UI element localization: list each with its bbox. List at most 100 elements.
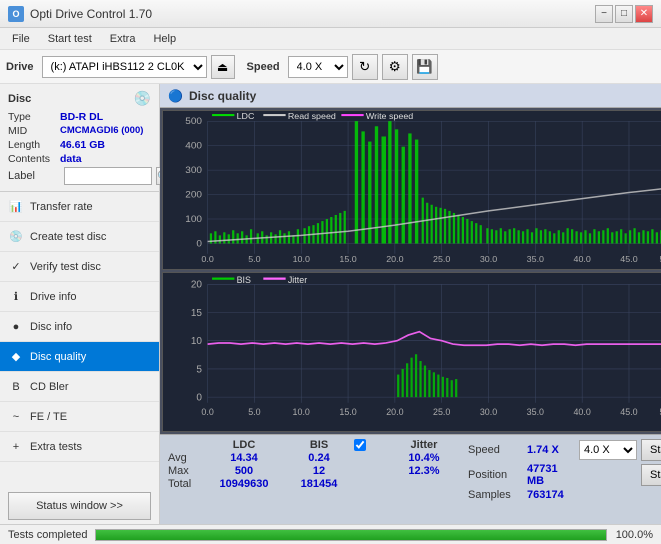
svg-text:500: 500 <box>185 117 202 127</box>
drive-select[interactable]: (k:) ATAPI iHBS112 2 CL0K <box>42 56 207 78</box>
title-bar: O Opti Drive Control 1.70 − □ ✕ <box>0 0 661 28</box>
create-test-disc-icon: 💿 <box>8 229 24 245</box>
start-part-button[interactable]: Start part <box>641 464 661 486</box>
menu-bar: File Start test Extra Help <box>0 28 661 50</box>
svg-text:10: 10 <box>191 336 203 347</box>
type-label: Type <box>8 111 60 123</box>
svg-text:35.0: 35.0 <box>527 407 544 417</box>
nav-disc-quality-label: Disc quality <box>30 351 86 363</box>
nav-fe-te-label: FE / TE <box>30 411 67 423</box>
disc-section: Disc 💿 Type BD-R DL MID CMCMAGDI6 (000) … <box>0 84 159 192</box>
nav-disc-quality[interactable]: ◆ Disc quality <box>0 342 159 372</box>
nav-disc-info-label: Disc info <box>30 321 72 333</box>
close-button[interactable]: ✕ <box>635 5 653 23</box>
toolbar: Drive (k:) ATAPI iHBS112 2 CL0K ⏏ Speed … <box>0 50 661 84</box>
nav-verify-test-disc[interactable]: ✓ Verify test disc <box>0 252 159 282</box>
nav-transfer-rate-label: Transfer rate <box>30 201 93 213</box>
position-value: 47731 MB <box>527 463 575 487</box>
nav-fe-te[interactable]: ~ FE / TE <box>0 402 159 432</box>
nav-create-test-disc[interactable]: 💿 Create test disc <box>0 222 159 252</box>
total-label: Total <box>168 478 191 490</box>
samples-label: Samples <box>468 489 523 501</box>
label-input[interactable] <box>64 167 152 185</box>
svg-text:200: 200 <box>185 190 202 200</box>
svg-text:25.0: 25.0 <box>433 407 450 417</box>
minimize-button[interactable]: − <box>595 5 613 23</box>
transfer-rate-icon: 📊 <box>8 199 24 215</box>
speed-stat-value: 1.74 X <box>527 444 575 456</box>
max-ldc: 500 <box>235 465 253 477</box>
samples-value: 763174 <box>527 489 575 501</box>
svg-text:30.0: 30.0 <box>480 254 498 264</box>
total-bis: 181454 <box>301 478 338 490</box>
menu-start-test[interactable]: Start test <box>40 31 100 47</box>
svg-text:LDC: LDC <box>237 112 255 122</box>
speed-select[interactable]: 4.0 X 1.0 X 2.0 X 8.0 X <box>288 56 348 78</box>
svg-text:Write speed: Write speed <box>366 112 414 122</box>
chart-header-icon: 🔵 <box>168 89 183 103</box>
eject-button[interactable]: ⏏ <box>211 55 235 79</box>
jitter-header: Jitter <box>384 439 464 451</box>
svg-text:5.0: 5.0 <box>248 254 261 264</box>
svg-text:5: 5 <box>196 364 202 375</box>
menu-file[interactable]: File <box>4 31 38 47</box>
lower-chart: 20 15 10 5 0 20% 16% 12% 8% 4% 0.0 5.0 1… <box>162 272 661 432</box>
svg-text:0.0: 0.0 <box>201 407 213 417</box>
svg-text:400: 400 <box>185 141 202 151</box>
menu-extra[interactable]: Extra <box>102 31 144 47</box>
menu-help[interactable]: Help <box>145 31 184 47</box>
avg-jitter: 10.4% <box>408 452 439 464</box>
svg-text:20.0: 20.0 <box>386 407 403 417</box>
svg-text:10.0: 10.0 <box>293 407 310 417</box>
svg-text:20.0: 20.0 <box>386 254 404 264</box>
speed-label: Speed <box>247 61 280 73</box>
app-title: Opti Drive Control 1.70 <box>30 7 152 21</box>
maximize-button[interactable]: □ <box>615 5 633 23</box>
nav-cd-bler-label: CD Bler <box>30 381 69 393</box>
svg-text:BIS: BIS <box>237 275 251 285</box>
progress-percent: 100.0% <box>615 529 653 541</box>
upper-chart: 500 400 300 200 100 0 18X 16X 14X 12X 10… <box>162 110 661 270</box>
speed-stat-select[interactable]: 4.0 X 1.0 X <box>579 440 637 460</box>
disc-info-icon: ● <box>8 319 24 335</box>
chart-header: 🔵 Disc quality <box>160 84 661 108</box>
save-button[interactable]: 💾 <box>412 54 438 80</box>
nav-drive-info[interactable]: ℹ Drive info <box>0 282 159 312</box>
progress-bar <box>95 529 607 541</box>
avg-ldc: 14.34 <box>230 452 258 464</box>
avg-bis: 0.24 <box>308 452 329 464</box>
disc-label-label: Label <box>8 170 60 182</box>
left-panel: Disc 💿 Type BD-R DL MID CMCMAGDI6 (000) … <box>0 84 160 524</box>
svg-text:0: 0 <box>196 392 202 403</box>
stats-bar: LDC BIS Jitter Avg <box>160 434 661 524</box>
svg-text:Jitter: Jitter <box>288 275 307 285</box>
svg-text:300: 300 <box>185 166 202 176</box>
disc-icon: 💿 <box>134 90 151 107</box>
status-window-button[interactable]: Status window >> <box>8 492 151 520</box>
svg-text:30.0: 30.0 <box>480 407 497 417</box>
refresh-button[interactable]: ↻ <box>352 54 378 80</box>
max-label: Max <box>168 465 189 477</box>
nav-cd-bler[interactable]: B CD Bler <box>0 372 159 402</box>
status-text: Tests completed <box>8 529 87 541</box>
nav-extra-tests-label: Extra tests <box>30 441 82 453</box>
svg-text:20: 20 <box>191 280 203 291</box>
drive-info-icon: ℹ <box>8 289 24 305</box>
nav-disc-info[interactable]: ● Disc info <box>0 312 159 342</box>
svg-text:0: 0 <box>196 239 202 249</box>
svg-text:40.0: 40.0 <box>573 254 591 264</box>
settings-button[interactable]: ⚙ <box>382 54 408 80</box>
svg-text:45.0: 45.0 <box>620 407 637 417</box>
right-panel: 🔵 Disc quality <box>160 84 661 524</box>
nav-create-test-disc-label: Create test disc <box>30 231 106 243</box>
max-jitter: 12.3% <box>408 465 439 477</box>
svg-text:0.0: 0.0 <box>201 254 214 264</box>
disc-title: Disc <box>8 93 31 105</box>
total-ldc: 10949630 <box>220 478 269 490</box>
start-full-button[interactable]: Start full <box>641 439 661 461</box>
speed-stat-label: Speed <box>468 444 523 456</box>
jitter-checkbox[interactable] <box>354 439 366 451</box>
nav-transfer-rate[interactable]: 📊 Transfer rate <box>0 192 159 222</box>
nav-extra-tests[interactable]: + Extra tests <box>0 432 159 462</box>
length-label: Length <box>8 139 60 151</box>
